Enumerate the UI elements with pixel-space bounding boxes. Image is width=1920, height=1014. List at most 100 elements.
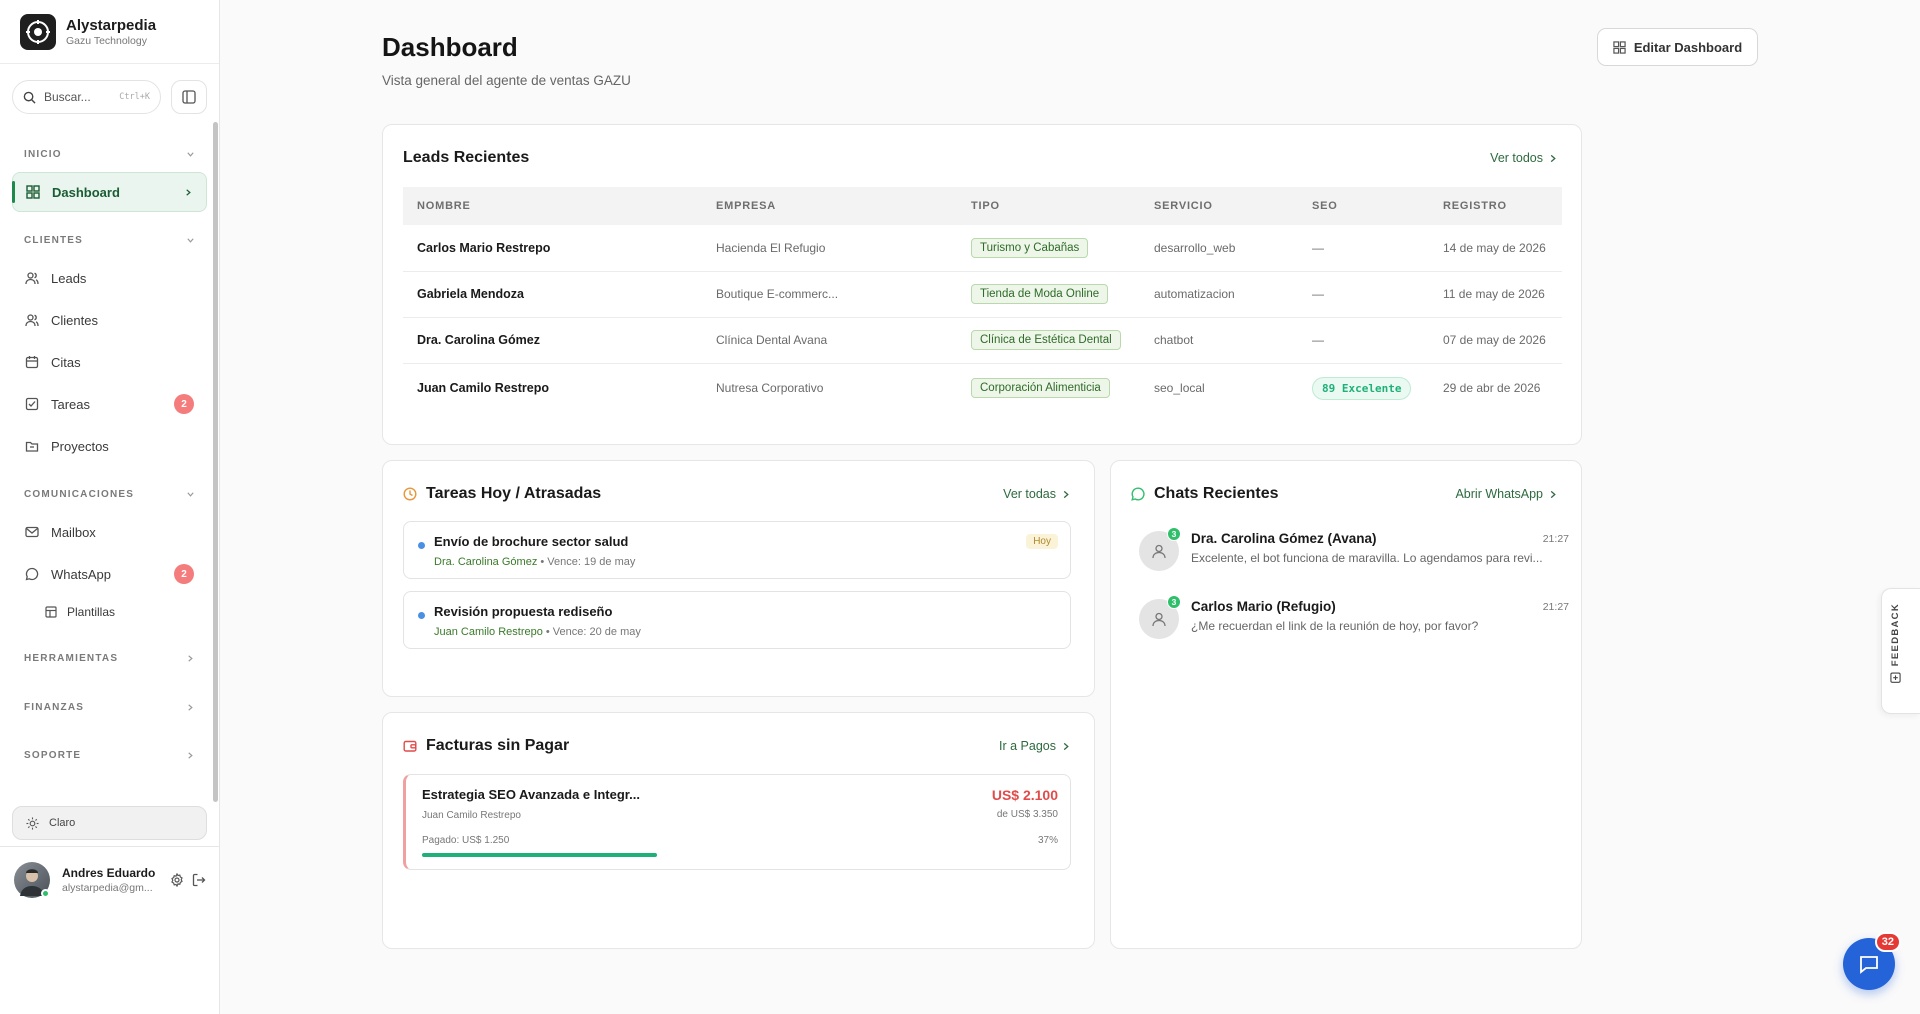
lead-seo: — xyxy=(1298,317,1429,364)
column-header[interactable]: TIPO xyxy=(957,187,1140,225)
sidebar-item-plantillas[interactable]: Plantillas xyxy=(12,596,207,628)
chevron-right-icon xyxy=(188,654,193,662)
sidebar-item-tareas[interactable]: Tareas 2 xyxy=(12,384,207,424)
invoices-card: Facturas sin Pagar Ir a Pagos Estrategia… xyxy=(382,712,1095,949)
seo-score-pill: 89 Excelente xyxy=(1312,376,1412,400)
lead-name: Dra. Carolina Gómez xyxy=(403,317,702,364)
chevron-right-icon xyxy=(1063,742,1069,750)
user-icon xyxy=(1152,612,1166,627)
feedback-icon xyxy=(1890,672,1901,683)
feedback-tab[interactable]: FEEDBACK xyxy=(1881,588,1920,714)
ver-todas-tareas-link[interactable]: Ver todas xyxy=(1003,487,1070,501)
brand-subtitle: Gazu Technology xyxy=(66,34,147,47)
sidebar-item-dashboard[interactable]: Dashboard xyxy=(12,172,207,212)
section-clientes[interactable]: CLIENTES xyxy=(0,228,219,252)
lead-type-tag: Tienda de Moda Online xyxy=(971,284,1109,304)
abrir-whatsapp-link[interactable]: Abrir WhatsApp xyxy=(1455,487,1557,501)
sidebar-item-mailbox[interactable]: Mailbox xyxy=(12,512,207,552)
ver-todos-leads-link[interactable]: Ver todos xyxy=(1490,151,1557,165)
chat-item[interactable]: 3 Carlos Mario (Refugio) 21:27 ¿Me recue… xyxy=(1139,595,1569,645)
brand[interactable]: Alystarpedia Gazu Technology xyxy=(0,0,219,64)
user-profile: Andres Eduardo alystarpedia@gm... xyxy=(0,846,220,912)
lead-name: Gabriela Mendoza xyxy=(403,271,702,318)
column-header[interactable]: NOMBRE xyxy=(403,187,702,225)
table-row[interactable]: Dra. Carolina Gómez Clínica Dental Avana… xyxy=(403,317,1562,364)
leads-card: Leads Recientes Ver todos NOMBRE EMPRESA… xyxy=(382,124,1582,445)
chevron-right-icon xyxy=(186,188,191,196)
invoices-title: Facturas sin Pagar xyxy=(426,737,570,754)
edit-dashboard-button[interactable]: Editar Dashboard xyxy=(1597,28,1758,66)
theme-label: Claro xyxy=(49,817,76,829)
sidebar-item-proyectos[interactable]: Proyectos xyxy=(12,426,207,466)
sidebar-item-label: Leads xyxy=(51,270,87,286)
sidebar-item-clientes[interactable]: Clientes xyxy=(12,300,207,340)
theme-toggle-button[interactable]: Claro xyxy=(12,806,207,840)
contact-avatar: 3 xyxy=(1139,527,1181,571)
online-status-dot xyxy=(41,888,50,898)
sidebar-item-label: Tareas xyxy=(51,396,91,412)
column-header[interactable]: SEO xyxy=(1298,187,1429,225)
tareas-count-badge: 2 xyxy=(174,394,194,414)
invoice-progress-fill xyxy=(422,853,657,857)
logout-icon[interactable] xyxy=(192,873,206,887)
brand-logo-icon xyxy=(20,13,56,50)
leads-title: Leads Recientes xyxy=(403,149,530,166)
sidebar-item-leads[interactable]: Leads xyxy=(12,258,207,298)
invoice-title: Estrategia SEO Avanzada e Integr... xyxy=(422,787,640,802)
lead-service: automatizacion xyxy=(1140,271,1298,318)
task-due-badge: Hoy xyxy=(1026,534,1058,549)
section-soporte[interactable]: SOPORTE xyxy=(0,743,219,767)
table-row[interactable]: Carlos Mario Restrepo Hacienda El Refugi… xyxy=(403,225,1562,272)
dashboard-grid-icon xyxy=(1613,40,1626,54)
support-chat-button[interactable]: 32 xyxy=(1843,932,1901,990)
invoice-item[interactable]: Estrategia SEO Avanzada e Integr... Juan… xyxy=(403,774,1071,870)
invoice-progress-bar xyxy=(422,853,1056,857)
table-row[interactable]: Gabriela Mendoza Boutique E-commerc... T… xyxy=(403,271,1562,318)
chat-icon xyxy=(1860,956,1878,974)
sidebar-item-citas[interactable]: Citas xyxy=(12,342,207,382)
search-input[interactable]: Buscar... Ctrl+K xyxy=(12,80,161,114)
collapse-sidebar-button[interactable] xyxy=(171,80,207,114)
column-header[interactable]: EMPRESA xyxy=(702,187,957,225)
lead-date: 11 de may de 2026 xyxy=(1429,271,1562,318)
sidebar-item-label: Plantillas xyxy=(67,605,116,619)
sidebar-toggle-icon xyxy=(182,90,196,104)
chat-message-preview: Excelente, el bot funciona de maravilla.… xyxy=(1191,551,1543,565)
task-item[interactable]: Revisión propuesta rediseño Juan Camilo … xyxy=(403,591,1071,649)
avatar[interactable] xyxy=(14,861,50,898)
edit-dashboard-label: Editar Dashboard xyxy=(1633,39,1743,55)
section-finanzas[interactable]: FINANZAS xyxy=(0,695,219,719)
lead-date: 14 de may de 2026 xyxy=(1429,225,1562,272)
section-herramientas[interactable]: HERRAMIENTAS xyxy=(0,646,219,670)
task-item[interactable]: Envío de brochure sector salud Dra. Caro… xyxy=(403,521,1071,579)
table-row[interactable]: Juan Camilo Restrepo Nutresa Corporativo… xyxy=(403,363,1562,413)
column-header[interactable]: SERVICIO xyxy=(1140,187,1298,225)
page-subtitle: Vista general del agente de ventas GAZU xyxy=(382,73,631,88)
search-shortcut: Ctrl+K xyxy=(119,92,150,102)
search-placeholder: Buscar... xyxy=(44,90,91,104)
invoice-paid: Pagado: US$ 1.250 xyxy=(422,835,510,846)
task-assignee: Dra. Carolina Gómez xyxy=(434,556,538,568)
sidebar-item-label: WhatsApp xyxy=(51,566,111,582)
lead-seo: — xyxy=(1298,225,1429,272)
sidebar-scrollbar[interactable] xyxy=(213,122,218,802)
lead-date: 07 de may de 2026 xyxy=(1429,317,1562,364)
page-title: Dashboard xyxy=(382,32,518,62)
sidebar-item-whatsapp[interactable]: WhatsApp 2 xyxy=(12,554,207,594)
chat-contact-name: Dra. Carolina Gómez (Avana) xyxy=(1191,531,1377,546)
column-header[interactable]: REGISTRO xyxy=(1429,187,1562,225)
unread-count-badge: 3 xyxy=(1167,527,1181,541)
gear-icon[interactable] xyxy=(170,872,184,887)
lead-company: Hacienda El Refugio xyxy=(702,225,957,272)
chats-card: Chats Recientes Abrir WhatsApp 3 Dra. Ca… xyxy=(1110,460,1582,949)
calendar-icon xyxy=(25,356,39,369)
notification-count-badge: 32 xyxy=(1874,932,1901,952)
chat-time: 21:27 xyxy=(1542,533,1569,545)
chat-item[interactable]: 3 Dra. Carolina Gómez (Avana) 21:27 Exce… xyxy=(1139,527,1569,577)
section-inicio[interactable]: INICIO xyxy=(0,142,219,166)
section-comunicaciones[interactable]: COMUNICACIONES xyxy=(0,482,219,506)
ir-a-pagos-link[interactable]: Ir a Pagos xyxy=(999,739,1070,753)
task-title: Envío de brochure sector salud xyxy=(434,534,629,549)
lead-name: Juan Camilo Restrepo xyxy=(417,381,549,396)
tasks-title: Tareas Hoy / Atrasadas xyxy=(426,485,602,502)
